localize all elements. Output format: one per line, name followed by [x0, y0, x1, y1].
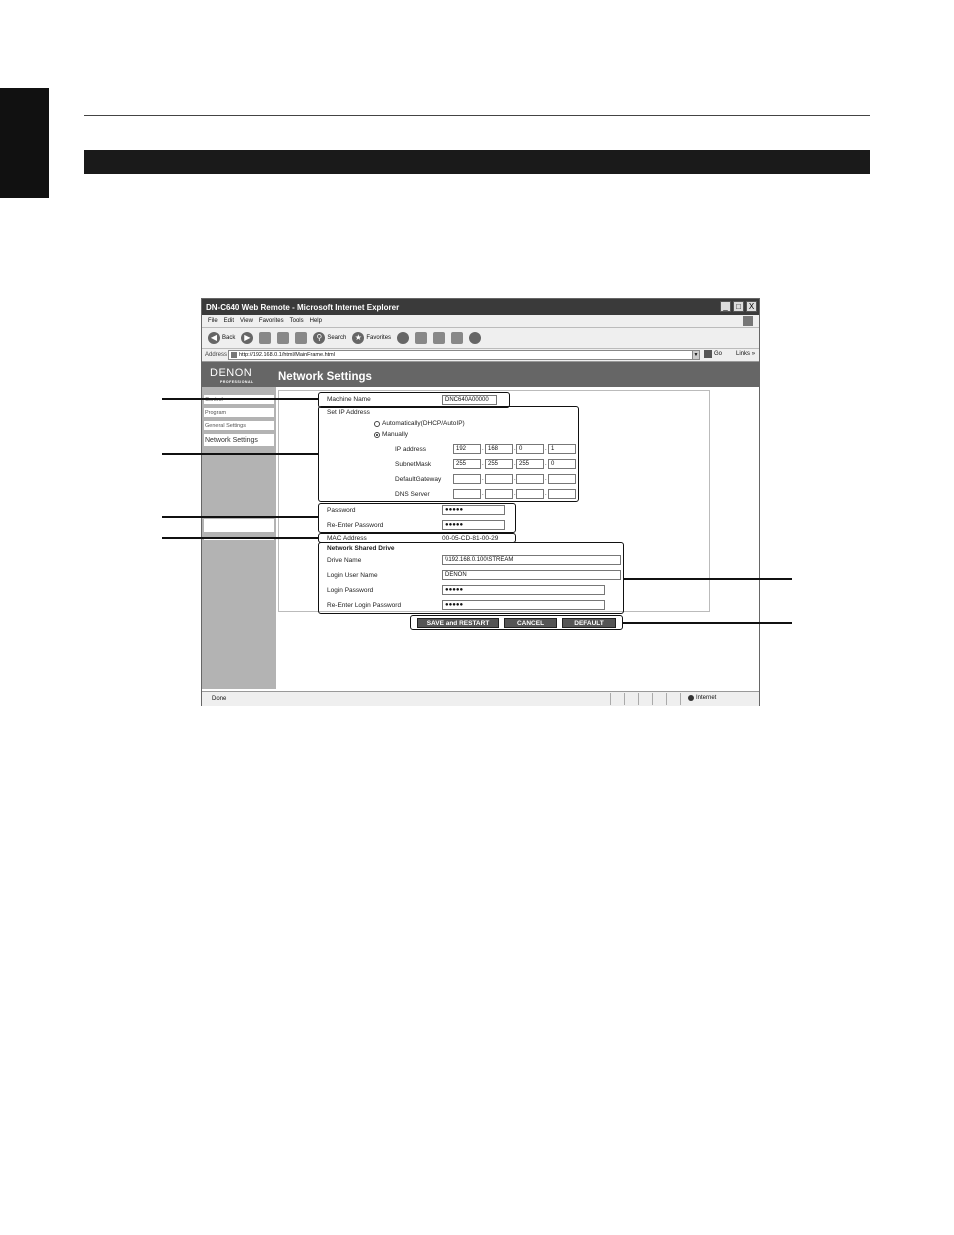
leader-line	[624, 578, 792, 580]
address-bar: Address http://192.168.0.1/html/MainFram…	[202, 349, 759, 362]
menu-tools[interactable]: Tools	[290, 318, 304, 324]
menu-help[interactable]: Help	[310, 318, 322, 324]
print-icon[interactable]	[433, 332, 446, 344]
links-button[interactable]: Links »	[736, 351, 755, 357]
callout-set-ip	[318, 406, 579, 502]
page-icon	[231, 352, 237, 358]
page-banner: DENON PROFESSIONAL Network Settings	[202, 362, 759, 387]
menu-edit[interactable]: Edit	[224, 318, 234, 324]
menu-favorites[interactable]: Favorites	[259, 318, 284, 324]
back-label[interactable]: Back	[222, 335, 235, 341]
leader-line	[162, 453, 318, 455]
nav-item-general-settings[interactable]: General Settings	[204, 421, 274, 432]
go-button[interactable]: Go	[704, 350, 722, 358]
address-label: Address	[205, 352, 228, 358]
status-separator	[680, 693, 681, 705]
status-separator	[666, 693, 667, 705]
callout-buttons	[410, 615, 623, 630]
leader-line	[623, 622, 792, 624]
nav-spacer	[204, 519, 274, 532]
maximize-button[interactable]: □	[733, 301, 744, 312]
address-input[interactable]: http://192.168.0.1/html/MainFrame.html	[228, 350, 694, 360]
nav-item-control[interactable]: Control	[204, 395, 274, 406]
home-icon[interactable]	[295, 332, 308, 344]
section-bar	[84, 150, 870, 174]
favorites-label[interactable]: Favorites	[366, 335, 391, 341]
menu-file[interactable]: File	[208, 318, 218, 324]
nav-item-program[interactable]: Program	[204, 408, 274, 419]
forward-arrow-icon[interactable]: ▶	[241, 332, 254, 344]
callout-shared-drive	[318, 542, 624, 614]
globe-icon	[688, 695, 694, 701]
leader-line	[162, 537, 318, 539]
nav-item-network-settings[interactable]: Network Settings	[204, 434, 274, 448]
go-label: Go	[714, 351, 723, 357]
menu-view[interactable]: View	[240, 318, 253, 324]
status-separator	[610, 693, 611, 705]
search-icon[interactable]: ⚲	[313, 332, 326, 344]
back-arrow-icon[interactable]: ◀	[208, 332, 220, 344]
address-value: http://192.168.0.1/html/MainFrame.html	[239, 352, 335, 358]
callout-password	[318, 503, 516, 533]
history-icon[interactable]	[397, 332, 410, 344]
minimize-button[interactable]: _	[720, 301, 731, 312]
stop-icon[interactable]	[259, 332, 272, 344]
messenger-icon[interactable]	[469, 332, 482, 344]
windows-logo-icon	[743, 316, 753, 326]
links-label: Links	[736, 351, 751, 357]
browser-window: DN-C640 Web Remote - Microsoft Internet …	[201, 298, 760, 706]
toolbar: ◀ Back ▶ ⚲ Search ★ Favorites	[202, 328, 759, 349]
refresh-icon[interactable]	[277, 332, 290, 344]
leader-line	[162, 398, 318, 400]
leader-line	[162, 516, 318, 518]
menu-bar: File Edit View Favorites Tools Help	[202, 315, 759, 328]
window-title: DN-C640 Web Remote - Microsoft Internet …	[206, 302, 400, 312]
status-separator	[638, 693, 639, 705]
side-tab-marker	[0, 88, 49, 198]
search-label[interactable]: Search	[327, 335, 346, 341]
close-button[interactable]: X	[746, 301, 757, 312]
go-arrow-icon	[704, 350, 712, 358]
status-text: Done	[212, 696, 227, 702]
title-bar[interactable]: DN-C640 Web Remote - Microsoft Internet …	[202, 299, 759, 315]
denon-logo-sub: PROFESSIONAL	[220, 380, 254, 384]
address-dropdown-icon[interactable]: ▼	[692, 350, 700, 360]
page-title: Network Settings	[278, 371, 372, 383]
status-bar: Done Internet	[202, 691, 759, 706]
security-zone: Internet	[688, 695, 716, 701]
header-rule	[84, 115, 870, 116]
status-separator	[652, 693, 653, 705]
denon-logo: DENON	[210, 367, 253, 379]
mail-icon[interactable]	[415, 332, 428, 344]
status-separator	[624, 693, 625, 705]
zone-label: Internet	[696, 695, 717, 701]
links-chevron-icon: »	[751, 351, 756, 357]
edit-icon[interactable]	[451, 332, 464, 344]
favorites-star-icon[interactable]: ★	[352, 332, 365, 344]
